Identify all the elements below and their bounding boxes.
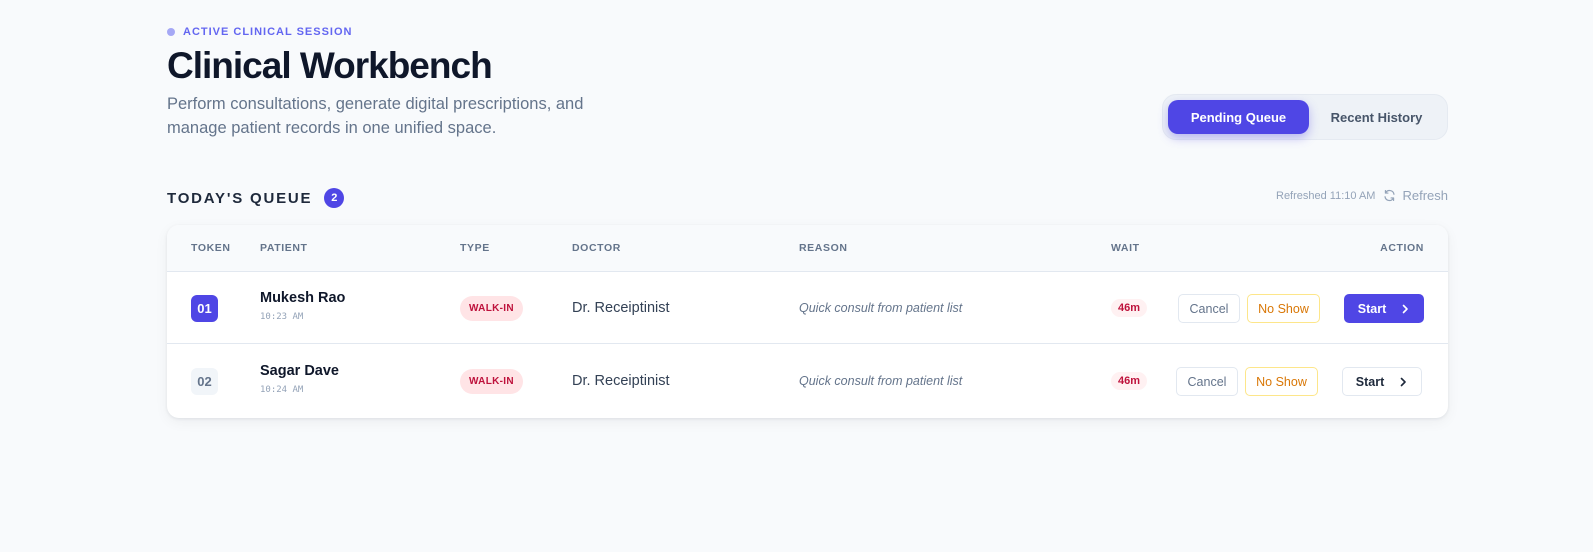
wait-badge: 46m — [1111, 372, 1148, 390]
column-token: TOKEN — [191, 242, 231, 254]
token-badge: 02 — [191, 368, 218, 395]
refresh-button[interactable]: Refresh — [1383, 188, 1448, 203]
start-label: Start — [1355, 374, 1385, 389]
table-row: 02 Sagar Dave 10:24 AM WALK-IN Dr. Recei… — [167, 345, 1448, 417]
visit-reason: Quick consult from patient list — [799, 301, 963, 315]
queue-title: TODAY'S QUEUE — [167, 189, 313, 207]
session-indicator: ACTIVE CLINICAL SESSION — [167, 26, 352, 38]
tab-pending-queue[interactable]: Pending Queue — [1168, 100, 1309, 134]
table-row: 01 Mukesh Rao 10:23 AM WALK-IN Dr. Recei… — [167, 272, 1448, 344]
table-header: TOKEN PATIENT TYPE DOCTOR REASON WAIT AC… — [167, 225, 1448, 272]
doctor-name: Dr. Receiptinist — [572, 373, 670, 389]
refresh-label: Refresh — [1402, 188, 1448, 203]
session-label: ACTIVE CLINICAL SESSION — [183, 26, 353, 38]
refresh-icon — [1384, 189, 1396, 202]
type-badge: WALK-IN — [460, 369, 523, 394]
refreshed-timestamp: Refreshed 11:10 AM — [1276, 189, 1376, 202]
column-doctor: DOCTOR — [572, 242, 621, 254]
column-action: ACTION — [1380, 242, 1424, 254]
page-title: Clinical Workbench — [167, 45, 493, 86]
chevron-right-icon — [1400, 377, 1407, 386]
column-type: TYPE — [460, 242, 490, 254]
column-reason: REASON — [799, 242, 848, 254]
token-badge: 01 — [191, 295, 218, 322]
start-button[interactable]: Start — [1342, 367, 1422, 396]
status-dot-icon — [167, 28, 175, 36]
queue-header: TODAY'S QUEUE 2 — [167, 188, 345, 208]
tab-recent-history[interactable]: Recent History — [1311, 100, 1442, 134]
no-show-button[interactable]: No Show — [1245, 367, 1318, 396]
type-badge: WALK-IN — [460, 296, 523, 321]
refresh-area: Refreshed 11:10 AM Refresh — [1276, 188, 1448, 203]
queue-count-badge: 2 — [324, 188, 345, 208]
visit-reason: Quick consult from patient list — [799, 374, 963, 388]
cancel-button[interactable]: Cancel — [1178, 294, 1240, 323]
chevron-right-icon — [1402, 304, 1409, 313]
view-toggle: Pending Queue Recent History — [1162, 94, 1448, 140]
doctor-name: Dr. Receiptinist — [572, 300, 670, 316]
column-wait: WAIT — [1111, 242, 1140, 254]
wait-badge: 46m — [1111, 299, 1148, 317]
start-button[interactable]: Start — [1344, 294, 1424, 323]
cancel-button[interactable]: Cancel — [1176, 367, 1238, 396]
patient-name: Mukesh Rao — [260, 290, 346, 306]
page-subtitle: Perform consultations, generate digital … — [167, 95, 584, 137]
patient-time: 10:23 AM — [260, 312, 304, 322]
queue-table: TOKEN PATIENT TYPE DOCTOR REASON WAIT AC… — [167, 225, 1448, 418]
patient-time: 10:24 AM — [260, 385, 304, 395]
patient-name: Sagar Dave — [260, 363, 339, 379]
start-label: Start — [1357, 301, 1387, 316]
no-show-button[interactable]: No Show — [1247, 294, 1320, 323]
column-patient: PATIENT — [260, 242, 308, 254]
